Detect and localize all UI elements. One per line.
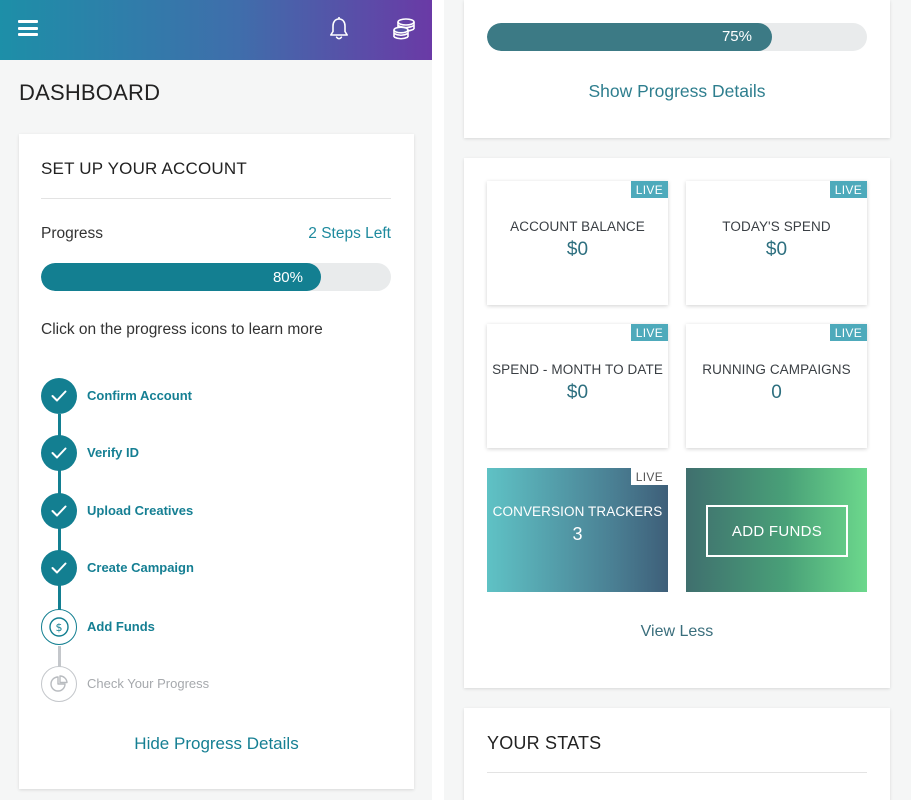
steps-connector-pending [58,646,61,668]
add-funds-tile: ADD FUNDS [686,468,867,592]
step-upload-creatives[interactable]: Upload Creatives [41,493,371,529]
conversion-trackers-tile[interactable]: LIVE CONVERSION TRACKERS 3 [487,468,668,592]
dollar-icon[interactable]: $ [41,609,77,645]
setup-account-card: SET UP YOUR ACCOUNT Progress 2 Steps Lef… [19,134,414,789]
live-badge: LIVE [630,324,668,341]
your-stats-card: YOUR STATS [464,708,890,800]
step-check-progress[interactable]: Check Your Progress [41,666,371,702]
tile-label: SPEND - MONTH TO DATE [492,362,663,377]
progress-steps: Confirm Account Verify ID Upload Creativ… [41,378,381,718]
step-create-campaign[interactable]: Create Campaign [41,550,371,586]
view-less-link[interactable]: View Less [464,623,890,641]
account-balance-tile[interactable]: LIVE ACCOUNT BALANCE $0 [487,181,668,305]
step-label[interactable]: Verify ID [87,445,139,460]
tile-value: 3 [572,524,583,544]
progress-hint: Click on the progress icons to learn mor… [41,321,323,338]
right-panel: 75% Show Progress Details LIVE ACCOUNT B… [444,0,911,800]
live-badge: LIVE [630,468,668,485]
todays-spend-tile[interactable]: LIVE TODAY'S SPEND $0 [686,181,867,305]
account-stats-card: LIVE ACCOUNT BALANCE $0 LIVE TODAY'S SPE… [464,158,890,688]
tile-label: RUNNING CAMPAIGNS [702,362,851,377]
show-progress-details-link[interactable]: Show Progress Details [464,81,890,102]
left-panel: DASHBOARD SET UP YOUR ACCOUNT Progress 2… [0,0,432,800]
step-verify-id[interactable]: Verify ID [41,435,371,471]
step-label[interactable]: Confirm Account [87,388,192,403]
tile-value: $0 [765,239,788,260]
check-icon[interactable] [41,435,77,471]
tile-value: 0 [771,382,782,403]
pie-chart-icon[interactable] [41,666,77,702]
setup-card-title: SET UP YOUR ACCOUNT [41,159,247,178]
step-label[interactable]: Add Funds [87,619,155,634]
hide-progress-details-link[interactable]: Hide Progress Details [19,734,414,754]
check-icon[interactable] [41,550,77,586]
step-label[interactable]: Upload Creatives [87,503,193,518]
coin-stack-icon[interactable] [391,16,417,42]
step-label[interactable]: Check Your Progress [87,676,209,691]
check-icon[interactable] [41,378,77,414]
page-title: DASHBOARD [19,80,161,105]
hamburger-menu-icon[interactable] [18,20,38,36]
bell-icon[interactable] [327,16,351,42]
summary-progress-text: 75% [721,28,752,45]
card-divider [487,772,867,773]
tile-value: $0 [566,239,589,260]
tile-label: CONVERSION TRACKERS [492,504,663,519]
live-badge: LIVE [829,324,867,341]
step-add-funds[interactable]: $ Add Funds [41,609,371,645]
add-funds-button[interactable]: ADD FUNDS [706,505,848,557]
step-confirm-account[interactable]: Confirm Account [41,378,371,414]
top-app-bar [0,0,432,60]
progress-label: Progress [41,225,104,242]
running-campaigns-tile[interactable]: LIVE RUNNING CAMPAIGNS 0 [686,324,867,448]
stats-title: YOUR STATS [487,733,602,753]
live-badge: LIVE [630,181,668,198]
check-icon[interactable] [41,493,77,529]
setup-progress-bar: 80% [41,263,391,291]
svg-text:$: $ [56,621,63,634]
setup-progress-text: 80% [272,269,303,286]
tile-label: TODAY'S SPEND [722,219,831,234]
tile-label: ACCOUNT BALANCE [510,219,645,234]
summary-progress-fill: 75% [487,23,772,51]
spend-month-to-date-tile[interactable]: LIVE SPEND - MONTH TO DATE $0 [487,324,668,448]
live-badge: LIVE [829,181,867,198]
summary-progress-bar: 75% [487,23,867,51]
setup-progress-fill: 80% [41,263,321,291]
progress-summary-card: 75% Show Progress Details [464,0,890,138]
step-label[interactable]: Create Campaign [87,560,194,575]
steps-left-link[interactable]: 2 Steps Left [308,225,391,243]
tile-value: $0 [566,382,589,403]
card-divider [41,198,391,199]
